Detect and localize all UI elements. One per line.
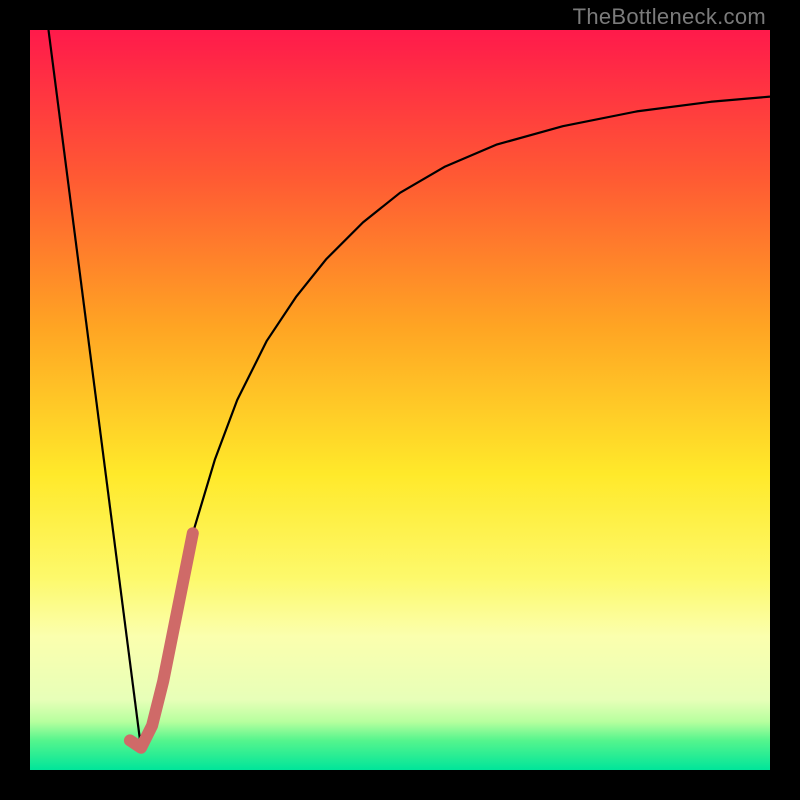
watermark-text: TheBottleneck.com bbox=[573, 4, 766, 30]
plot-frame bbox=[30, 30, 770, 770]
gradient-background bbox=[30, 30, 770, 770]
bottleneck-chart bbox=[30, 30, 770, 770]
